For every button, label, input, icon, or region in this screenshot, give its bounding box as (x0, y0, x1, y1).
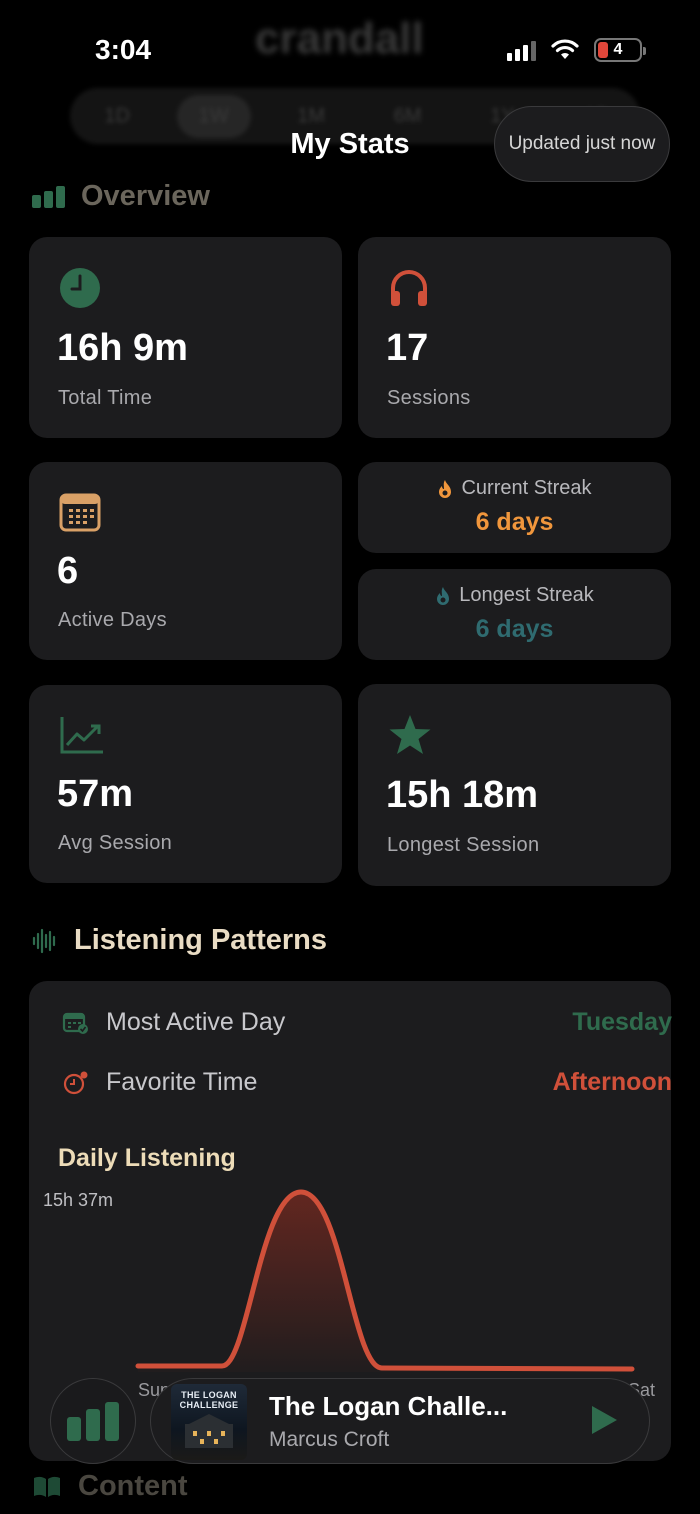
stats-tab-button[interactable] (50, 1378, 136, 1464)
now-playing-author: Marcus Croft (269, 1428, 390, 1451)
daily-listening-line (135, 1189, 635, 1372)
daily-listening-chart (135, 1189, 635, 1372)
bar-chart-icon (67, 1402, 119, 1441)
content-title: Content (78, 1470, 188, 1502)
book-cover-title: THE LOGAN CHALLENGE (179, 1390, 239, 1410)
book-cover-image[interactable]: THE LOGAN CHALLENGE (171, 1384, 247, 1460)
book-icon (34, 1476, 60, 1497)
play-icon[interactable] (589, 1404, 619, 1436)
daily-listening-area (138, 1192, 632, 1372)
now-playing-title: The Logan Challe... (269, 1391, 508, 1421)
now-playing-bar[interactable]: THE LOGAN CHALLENGE The Logan Challe... … (150, 1378, 650, 1464)
content-heading: Content (32, 1470, 188, 1503)
